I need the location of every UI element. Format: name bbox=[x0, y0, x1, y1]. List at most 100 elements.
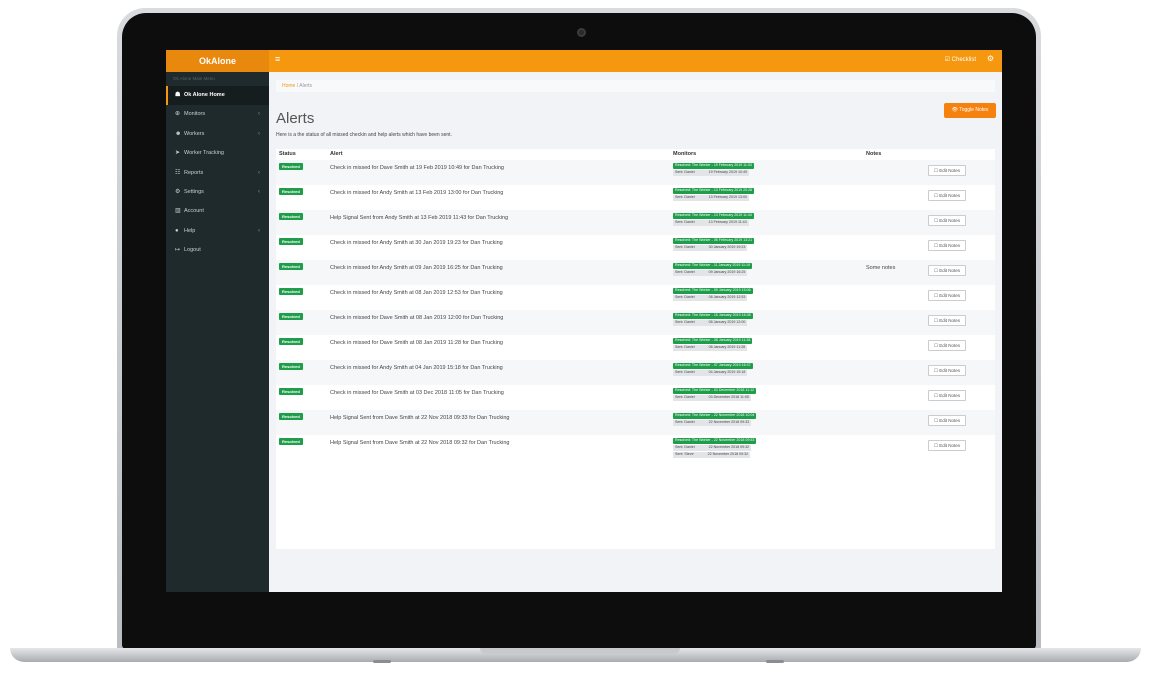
monitor-resolved-badge: Resolved: The Worker - 22 November 2018 … bbox=[673, 438, 757, 444]
monitor-resolved-badge: Resolved: The Worker - 06 February 2019 … bbox=[673, 238, 755, 244]
table-row: Resolved Check in missed for Andy Smith a… bbox=[276, 235, 995, 260]
status-badge: Resolved bbox=[279, 363, 303, 370]
sidebar: Ok Alone Main Menu ☗ Ok Alone Home ⊕ Monito… bbox=[166, 72, 269, 592]
sidebar-item-icon: ↦ bbox=[175, 247, 181, 254]
monitor-sent-badge: Sent: Daniel 09 January 2019 16:25 bbox=[673, 270, 748, 276]
alert-text: Check in missed for Dave Smith at 08 Jan… bbox=[330, 315, 504, 321]
monitor-sent-badge: Sent: Daniel 19 February 2019 10:49 bbox=[673, 170, 749, 176]
column-header-monitors: Monitors bbox=[673, 151, 697, 157]
page-title: Alerts bbox=[276, 110, 315, 127]
sent-date: 04 January 2019 15:18 bbox=[708, 370, 746, 374]
monitor-sent-badge: Sent: Daniel 13 February 2019 13:00 bbox=[673, 195, 749, 201]
sidebar-item[interactable]: ↦ Logout bbox=[166, 241, 269, 260]
checklist-link[interactable]: ☑ Checklist bbox=[945, 56, 976, 63]
page-description: Here is a the status of all missed check… bbox=[276, 132, 452, 138]
table-row: Resolved Help Signal Sent from Dave Smith… bbox=[276, 410, 995, 435]
alert-text: Check in missed for Dave Smith at 08 Jan… bbox=[330, 340, 503, 346]
status-badge: Resolved bbox=[279, 413, 303, 420]
sidebar-item-label: Worker Tracking bbox=[184, 150, 224, 157]
status-badge: Resolved bbox=[279, 163, 303, 170]
edit-notes-button[interactable]: ☐ Edit Notes bbox=[928, 440, 966, 451]
sent-recipient: Sent: Daniel bbox=[675, 445, 695, 449]
sidebar-item-label: Ok Alone Home bbox=[184, 92, 225, 98]
sent-date: 13 February 2019 13:00 bbox=[708, 195, 747, 199]
sent-date: 08 January 2019 11:28 bbox=[708, 345, 746, 349]
table-row: Resolved Check in missed for Dave Smith a… bbox=[276, 310, 995, 335]
sidebar-item[interactable]: ➤ Worker Tracking bbox=[166, 144, 269, 163]
monitor-sent-badge: Sent: Daniel 22 November 2018 09:33 bbox=[673, 420, 752, 426]
toggle-notes-button[interactable]: 👁 Toggle Notes bbox=[944, 103, 996, 118]
status-badge: Resolved bbox=[279, 213, 303, 220]
brand-logo[interactable]: OkAlone bbox=[166, 50, 269, 72]
monitor-resolved-badge: Resolved: The Worker - 09 January 2019 1… bbox=[673, 288, 753, 294]
monitor-resolved-badge: Resolved: The Worker - 11 January 2019 1… bbox=[673, 263, 753, 269]
sidebar-item[interactable]: ☻ Workers ‹ bbox=[166, 125, 269, 144]
breadcrumb: Home / Alerts bbox=[276, 80, 995, 92]
monitor-resolved-badge: Resolved: The Worker - 03 December 2018 … bbox=[673, 388, 757, 394]
sidebar-item[interactable]: ⊕ Monitors ‹ bbox=[166, 105, 269, 124]
chevron-left-icon: ‹ bbox=[258, 169, 260, 176]
sidebar-item[interactable]: ⚙ Settings ‹ bbox=[166, 183, 269, 202]
monitor-resolved-badge: Resolved: The Worker - 13 February 2019 … bbox=[673, 188, 755, 194]
table-row: Resolved Check in missed for Andy Smith a… bbox=[276, 185, 995, 210]
edit-notes-button[interactable]: ☐ Edit Notes bbox=[928, 390, 966, 401]
sent-recipient: Sent: Daniel bbox=[675, 320, 695, 324]
monitor-resolved-badge: Resolved: The Worker - 16 January 2019 1… bbox=[673, 313, 753, 319]
menu-toggle-icon[interactable]: ≡ bbox=[275, 54, 280, 64]
edit-notes-button[interactable]: ☐ Edit Notes bbox=[928, 315, 966, 326]
status-badge: Resolved bbox=[279, 288, 303, 295]
edit-notes-button[interactable]: ☐ Edit Notes bbox=[928, 265, 966, 276]
alert-text: Check in missed for Andy Smith at 30 Jan… bbox=[330, 240, 503, 246]
sidebar-item-icon: ☻ bbox=[175, 130, 182, 137]
sent-recipient: Sent: Daniel bbox=[675, 220, 695, 224]
monitor-sent-badge: Sent: Daniel 08 January 2019 11:28 bbox=[673, 345, 748, 351]
table-row: Resolved Help Signal Sent from Andy Smith… bbox=[276, 210, 995, 235]
sidebar-item[interactable]: ☗ Ok Alone Home bbox=[166, 86, 269, 106]
edit-notes-button[interactable]: ☐ Edit Notes bbox=[928, 215, 966, 226]
sidebar-item-label: Workers bbox=[184, 130, 205, 137]
edit-notes-button[interactable]: ☐ Edit Notes bbox=[928, 340, 966, 351]
chevron-left-icon: ‹ bbox=[258, 130, 260, 137]
sidebar-item-label: Monitors bbox=[184, 111, 206, 118]
sent-recipient: Sent: Daniel bbox=[675, 420, 695, 424]
sent-date: 22 November 2018 09:32 bbox=[707, 452, 749, 456]
sent-date: 22 November 2018 09:33 bbox=[708, 420, 750, 424]
sidebar-item[interactable]: ☷ Reports ‹ bbox=[166, 164, 269, 183]
status-badge: Resolved bbox=[279, 188, 303, 195]
edit-notes-button[interactable]: ☐ Edit Notes bbox=[928, 290, 966, 301]
laptop-notch bbox=[480, 648, 680, 654]
monitor-resolved-badge: Resolved: The Worker - 07 January 2019 1… bbox=[673, 363, 753, 369]
edit-notes-button[interactable]: ☐ Edit Notes bbox=[928, 190, 966, 201]
monitor-sent-badge: Sent: Daniel 03 December 2018 11:05 bbox=[673, 395, 751, 401]
alert-text: Check in missed for Andy Smith at 09 Jan… bbox=[330, 265, 503, 271]
alert-text: Check in missed for Dave Smith at 03 Dec… bbox=[330, 390, 504, 396]
edit-notes-button[interactable]: ☐ Edit Notes bbox=[928, 240, 966, 251]
table-row: Resolved Help Signal Sent from Dave Smith… bbox=[276, 435, 995, 460]
monitor-resolved-badge: Resolved: The Worker - 19 February 2019 … bbox=[673, 163, 754, 169]
monitor-sent-badge: Sent: Steve 22 November 2018 09:32 bbox=[673, 452, 751, 458]
monitor-sent-badge: Sent: Daniel 30 January 2019 19:23 bbox=[673, 245, 748, 251]
sent-date: 03 December 2018 11:05 bbox=[708, 395, 749, 399]
alert-text: Check in missed for Andy Smith at 04 Jan… bbox=[330, 365, 503, 371]
sent-recipient: Sent: Daniel bbox=[675, 345, 695, 349]
monitor-resolved-badge: Resolved: The Worker - 08 January 2019 1… bbox=[673, 338, 753, 344]
edit-notes-button[interactable]: ☐ Edit Notes bbox=[928, 365, 966, 376]
sidebar-item[interactable]: ▥ Account bbox=[166, 202, 269, 221]
gear-icon[interactable]: ⚙ bbox=[987, 54, 994, 63]
monitor-resolved-badge: Resolved: The Worker - 22 November 2018 … bbox=[673, 413, 757, 419]
status-badge: Resolved bbox=[279, 313, 303, 320]
laptop-foot bbox=[766, 660, 784, 663]
alert-text: Help Signal Sent from Andy Smith at 13 F… bbox=[330, 215, 509, 221]
camera-icon bbox=[577, 28, 586, 37]
sent-date: 30 January 2019 19:23 bbox=[708, 245, 746, 249]
sent-date: 08 January 2019 12:53 bbox=[708, 295, 746, 299]
sent-date: 13 February 2019 11:43 bbox=[708, 220, 747, 224]
table-row: Resolved Check in missed for Dave Smith a… bbox=[276, 335, 995, 360]
status-badge: Resolved bbox=[279, 388, 303, 395]
edit-notes-button[interactable]: ☐ Edit Notes bbox=[928, 165, 966, 176]
main-content: Home / Alerts 👁 Toggle Notes Alerts Here… bbox=[269, 72, 1002, 592]
sidebar-item[interactable]: ● Help ‹ bbox=[166, 222, 269, 241]
edit-notes-button[interactable]: ☐ Edit Notes bbox=[928, 415, 966, 426]
sent-recipient: Sent: Daniel bbox=[675, 245, 695, 249]
breadcrumb-home-link[interactable]: Home bbox=[282, 83, 295, 89]
